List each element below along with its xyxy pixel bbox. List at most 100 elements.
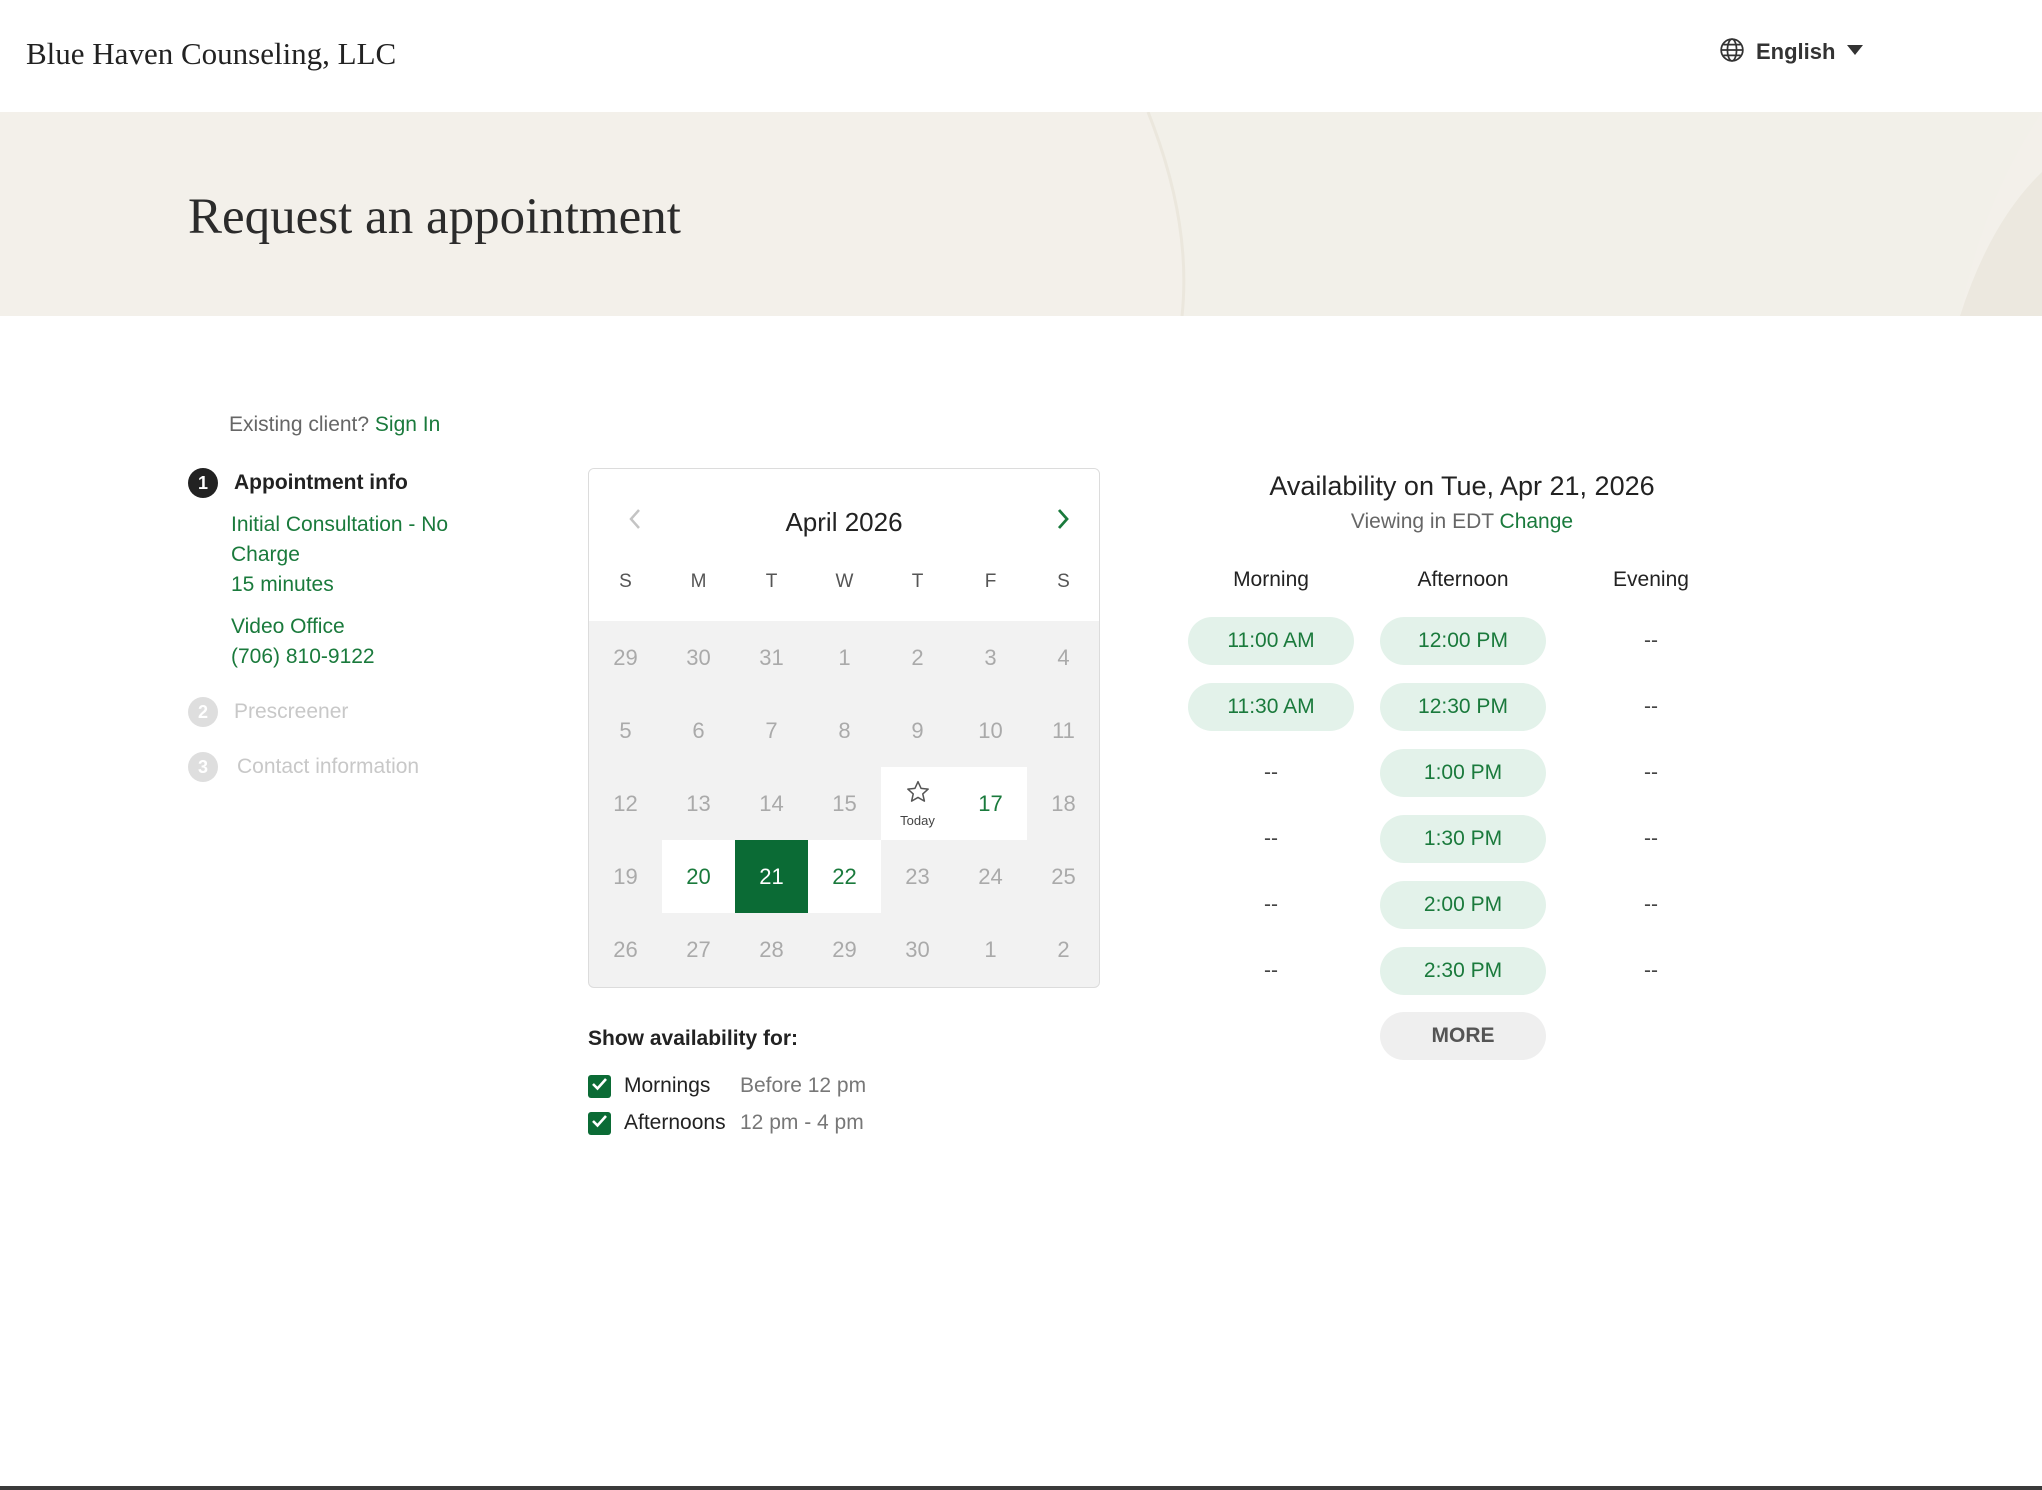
step-prescreener: 2 Prescreener <box>188 697 348 727</box>
top-bar: Blue Haven Counseling, LLC English <box>0 0 2042 112</box>
change-timezone-link[interactable]: Change <box>1500 510 1574 533</box>
time-slot-button[interactable]: 11:00 AM <box>1188 617 1354 665</box>
service-duration: 15 minutes <box>231 573 334 596</box>
star-icon <box>905 779 931 811</box>
calendar-header: April 2026 S M T W T F S <box>589 469 1099 621</box>
brand-name: Blue Haven Counseling, LLC <box>26 36 397 71</box>
calendar-day-selected[interactable]: 21 <box>735 840 808 913</box>
filter-label: Mornings <box>624 1074 711 1097</box>
calendar-day: 1 <box>838 644 851 670</box>
step-contact-information: 3 Contact information <box>188 752 419 782</box>
no-slot-placeholder: -- <box>1644 893 1658 916</box>
time-slot-button[interactable]: 12:00 PM <box>1380 617 1546 665</box>
caret-down-icon <box>1846 43 1864 61</box>
date-picker-calendar: April 2026 SMTWTFS 29 30 31 1 2 3 4 5 6 7 8 9 10 11 12… <box>588 468 1100 988</box>
existing-client-text: Existing client? <box>229 413 370 436</box>
column-header-evening: Evening <box>1613 568 1689 591</box>
time-slot-button[interactable]: 1:30 PM <box>1380 815 1546 863</box>
calendar-day: 2 <box>1057 936 1070 962</box>
calendar-day: 5 <box>619 717 632 743</box>
no-slot-placeholder: -- <box>1264 761 1278 784</box>
service-name-line-2: Charge <box>231 543 300 566</box>
step-number: 3 <box>188 752 218 782</box>
no-slot-placeholder: -- <box>1264 959 1278 982</box>
time-slot-button[interactable]: 2:30 PM <box>1380 947 1546 995</box>
calendar-day: 9 <box>911 717 924 743</box>
location-name: Video Office <box>231 615 345 638</box>
more-times-button[interactable]: MORE <box>1380 1012 1546 1060</box>
no-slot-placeholder: -- <box>1264 893 1278 916</box>
column-header-morning: Morning <box>1233 568 1309 591</box>
step-number: 2 <box>188 697 218 727</box>
no-slot-placeholder: -- <box>1644 827 1658 850</box>
no-slot-placeholder: -- <box>1644 959 1658 982</box>
filter-range: 12 pm - 4 pm <box>740 1111 864 1134</box>
calendar-day: 26 <box>613 936 638 962</box>
calendar-day: 28 <box>759 936 784 962</box>
page-title: Request an appointment <box>188 189 681 245</box>
calendar-day: 27 <box>686 936 711 962</box>
calendar-day: 14 <box>759 790 784 816</box>
time-slot-button[interactable]: 12:30 PM <box>1380 683 1546 731</box>
page-banner: Request an appointment <box>0 112 2042 316</box>
calendar-day-today: Today <box>881 767 954 840</box>
language-selector[interactable]: English <box>1719 36 1864 68</box>
location-info: Video Office (706) 810-9122 <box>231 612 375 672</box>
calendar-day: 8 <box>838 717 851 743</box>
filter-mornings[interactable]: Mornings Before 12 pm <box>588 1074 866 1098</box>
weekday-header: M <box>690 571 707 592</box>
calendar-day: 11 <box>1052 717 1075 743</box>
calendar-day: 10 <box>978 717 1003 743</box>
calendar-day: 23 <box>905 863 930 889</box>
checkmark-icon <box>591 1077 608 1096</box>
calendar-day: 24 <box>978 863 1003 889</box>
calendar-day: 25 <box>1051 863 1076 889</box>
weekday-header: T <box>911 571 924 592</box>
calendar-day: 1 <box>984 936 997 962</box>
language-label: English <box>1756 39 1836 64</box>
timezone-info: Viewing in EDT Change <box>1180 510 1744 534</box>
footer-divider <box>0 1486 2042 1490</box>
calendar-day[interactable]: 20 <box>662 840 735 913</box>
mornings-checkbox[interactable] <box>588 1074 611 1098</box>
service-name: Initial Consultation - No Charge 15 minu… <box>231 510 448 600</box>
time-slot-button[interactable]: 2:00 PM <box>1380 881 1546 929</box>
calendar-day: 30 <box>905 936 930 962</box>
timezone-label: Viewing in EDT <box>1350 510 1494 533</box>
availability-filter-title: Show availability for: <box>588 1027 799 1050</box>
calendar-day: 19 <box>613 863 638 889</box>
location-phone: (706) 810-9122 <box>231 645 375 668</box>
time-slot-button[interactable]: 11:30 AM <box>1188 683 1354 731</box>
existing-client-prompt: Existing client? Sign In <box>229 413 440 437</box>
afternoons-checkbox[interactable] <box>588 1111 611 1135</box>
step-number: 1 <box>188 468 218 498</box>
calendar-day: 29 <box>832 936 857 962</box>
calendar-day: 6 <box>692 717 705 743</box>
calendar-day: 4 <box>1057 644 1070 670</box>
no-slot-placeholder: -- <box>1644 629 1658 652</box>
checkmark-icon <box>591 1114 608 1133</box>
filter-label: Afternoons <box>624 1111 726 1134</box>
calendar-day: 31 <box>759 644 784 670</box>
calendar-day: 18 <box>1051 790 1076 816</box>
calendar-day: 3 <box>984 644 997 670</box>
weekday-header: F <box>984 571 997 592</box>
calendar-day: 2 <box>911 644 924 670</box>
step-label: Contact information <box>237 755 420 778</box>
service-name-line-1: Initial Consultation - No <box>231 513 449 536</box>
today-label: Today <box>900 813 935 828</box>
time-slot-button[interactable]: 1:00 PM <box>1380 749 1546 797</box>
step-label: Prescreener <box>234 700 349 723</box>
calendar-day: 29 <box>613 644 638 670</box>
chevron-right-icon <box>1056 508 1070 535</box>
no-slot-placeholder: -- <box>1264 827 1278 850</box>
calendar-day[interactable]: 17 <box>954 767 1027 840</box>
calendar-day[interactable]: 22 <box>808 840 881 913</box>
column-header-afternoon: Afternoon <box>1417 568 1509 591</box>
calendar-month-label: April 2026 <box>785 507 903 537</box>
filter-afternoons[interactable]: Afternoons 12 pm - 4 pm <box>588 1111 864 1135</box>
step-appointment-info: 1 Appointment info <box>188 468 408 498</box>
calendar-day: 12 <box>613 790 638 816</box>
next-month-button[interactable] <box>1045 503 1081 539</box>
sign-in-link[interactable]: Sign In <box>375 413 440 436</box>
